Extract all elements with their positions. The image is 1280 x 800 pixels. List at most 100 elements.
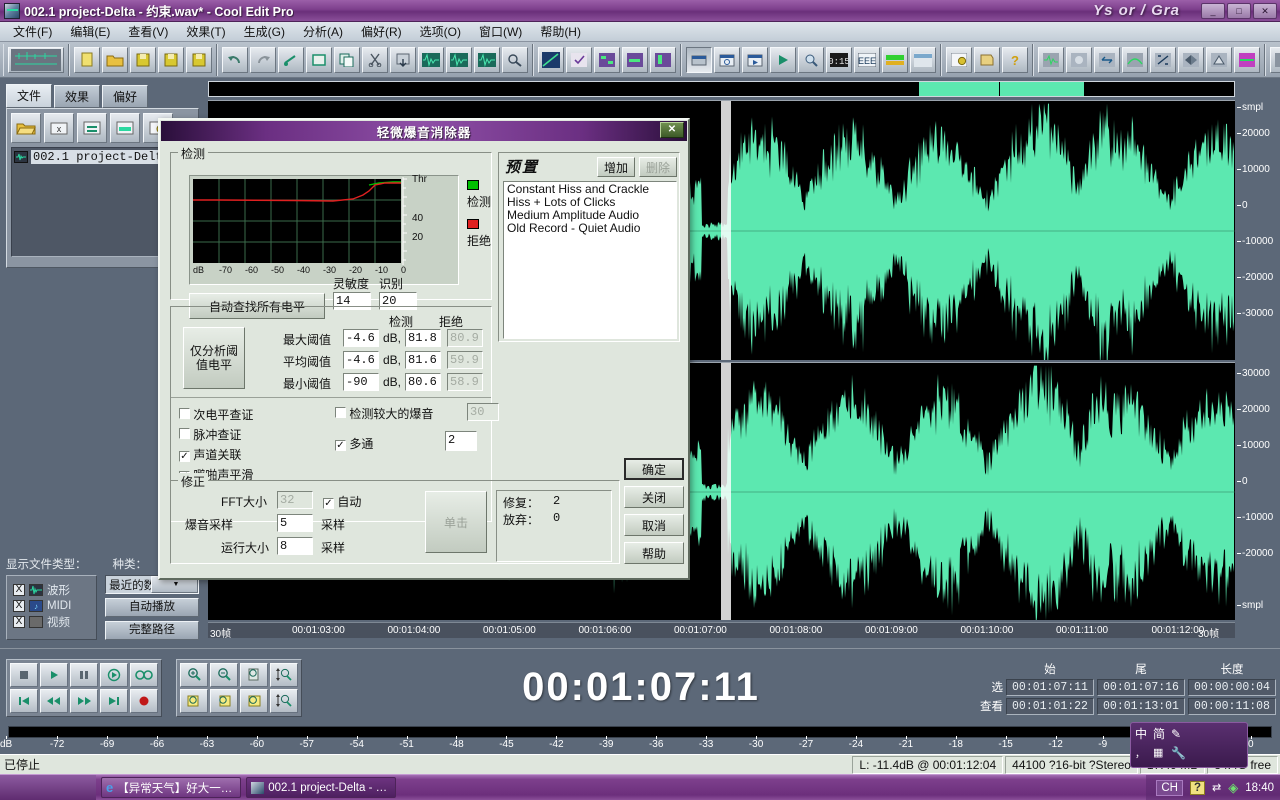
timefield-0-2[interactable]: 00:00:00:04 bbox=[1188, 679, 1276, 696]
tray-clock[interactable]: 18:40 bbox=[1245, 782, 1274, 794]
fft-size-input[interactable]: 32 bbox=[277, 491, 313, 509]
insert-icon[interactable] bbox=[77, 113, 107, 143]
pause-icon[interactable] bbox=[70, 663, 98, 687]
zoom-full-icon[interactable] bbox=[240, 663, 268, 687]
threshold-graph[interactable]: Thr 40 20 dB-70-60-50-40-30-20-100 bbox=[189, 175, 459, 285]
preset-add-button[interactable]: 增加 bbox=[597, 157, 635, 177]
save-as-icon[interactable] bbox=[158, 47, 184, 73]
effect-fade-icon[interactable] bbox=[1178, 47, 1204, 73]
menu-item-7[interactable]: 选项(O) bbox=[411, 21, 470, 42]
cut-icon[interactable] bbox=[362, 47, 388, 73]
selection-highlight-left[interactable] bbox=[721, 101, 731, 360]
waveform-view-toggle[interactable] bbox=[8, 47, 64, 73]
overview-selection[interactable] bbox=[919, 82, 1084, 96]
checkbox-detect-large[interactable]: 检测较大的爆音 30 bbox=[335, 405, 433, 422]
organizer-tab-偏好[interactable]: 偏好 bbox=[102, 85, 148, 108]
checkbox-pulse-verify[interactable]: 脉冲查证 bbox=[179, 426, 253, 443]
play-icon[interactable] bbox=[40, 663, 68, 687]
go-to-end-icon[interactable] bbox=[100, 689, 128, 713]
sublevel-verify-checkbox[interactable] bbox=[179, 408, 190, 419]
effect-envelope-icon[interactable] bbox=[1122, 47, 1148, 73]
min-threshold-detect-input[interactable]: 80.6 bbox=[405, 373, 441, 391]
edit-view-icon[interactable] bbox=[566, 47, 592, 73]
timefield-0-0[interactable]: 00:01:07:11 bbox=[1006, 679, 1094, 696]
start-button[interactable] bbox=[0, 775, 96, 800]
organizer-tab-文件[interactable]: 文件 bbox=[6, 84, 52, 108]
delete-selection-icon[interactable] bbox=[278, 47, 304, 73]
copy-icon[interactable] bbox=[334, 47, 360, 73]
menu-item-8[interactable]: 窗口(W) bbox=[470, 21, 531, 42]
type-row-midi[interactable]: X ♪ MIDI bbox=[13, 600, 90, 612]
multitrack-icon-1[interactable] bbox=[594, 47, 620, 73]
auto-checkbox-wrap[interactable]: ✓ 自动 bbox=[323, 493, 361, 510]
avg-threshold-detect-input[interactable]: 81.6 bbox=[405, 351, 441, 369]
loop-icon[interactable] bbox=[130, 663, 158, 687]
zoom-out-vert-icon[interactable] bbox=[270, 689, 298, 713]
save-all-icon[interactable] bbox=[186, 47, 212, 73]
stop-icon[interactable] bbox=[10, 663, 38, 687]
spectrum-icon[interactable] bbox=[882, 47, 908, 73]
go-to-begin-icon[interactable] bbox=[10, 689, 38, 713]
ime-indicator[interactable]: CH bbox=[1156, 780, 1183, 796]
help-icon[interactable]: ? bbox=[1002, 47, 1028, 73]
timefield-1-2[interactable]: 00:00:11:08 bbox=[1188, 698, 1276, 715]
video-checkbox[interactable]: X bbox=[13, 616, 25, 628]
min-threshold-db-input[interactable]: -90 bbox=[343, 373, 379, 391]
keyboard-icon[interactable]: ▦ bbox=[1153, 746, 1163, 759]
timefield-1-0[interactable]: 00:01:01:22 bbox=[1006, 698, 1094, 715]
analyze-icon[interactable] bbox=[798, 47, 824, 73]
find-icon[interactable] bbox=[502, 47, 528, 73]
insert-wave-icon[interactable] bbox=[474, 47, 500, 73]
menu-item-1[interactable]: 编辑(E) bbox=[61, 21, 119, 42]
dialog-close-button[interactable]: ✕ bbox=[660, 122, 684, 138]
checkbox-sublevel-verify[interactable]: 次电平查证 bbox=[179, 406, 253, 423]
time-ruler[interactable]: 30帧00:01:03:0000:01:04:0000:01:05:0000:0… bbox=[208, 622, 1235, 638]
detect-large-input[interactable]: 30 bbox=[467, 403, 499, 421]
effect-reverse-icon[interactable] bbox=[1094, 47, 1120, 73]
play-to-end-icon[interactable] bbox=[100, 663, 128, 687]
preset-delete-button[interactable]: 删除 bbox=[639, 157, 677, 177]
type-row-video[interactable]: X 视频 bbox=[13, 614, 90, 630]
checkbox-channel-link[interactable]: ✓ 声道关联 bbox=[179, 446, 253, 463]
analyze-thresholds-button[interactable]: 仅分析阈 值电平 bbox=[183, 327, 245, 389]
shield-icon[interactable]: ◈ bbox=[1228, 780, 1238, 796]
trim-icon[interactable] bbox=[446, 47, 472, 73]
menu-item-3[interactable]: 效果(T) bbox=[177, 21, 234, 42]
open-file-icon[interactable] bbox=[102, 47, 128, 73]
help-icon[interactable]: ? bbox=[1190, 781, 1205, 795]
scientific-filter-icon[interactable]: ⚡ bbox=[1270, 47, 1280, 73]
time-display-icon[interactable]: 0:15 bbox=[826, 47, 852, 73]
taskbar-item-browser[interactable]: e 【异常天气】好大一… bbox=[101, 777, 241, 798]
avg-threshold-reject-input[interactable]: 59.9 bbox=[447, 351, 483, 369]
multitrack-icon-3[interactable] bbox=[650, 47, 676, 73]
full-path-button[interactable]: 完整路径 bbox=[105, 621, 199, 640]
menu-item-5[interactable]: 分析(A) bbox=[294, 21, 352, 42]
menu-item-4[interactable]: 生成(G) bbox=[235, 21, 294, 42]
zoom-in-icon[interactable] bbox=[180, 663, 208, 687]
minimize-button[interactable]: _ bbox=[1201, 3, 1225, 19]
fast-forward-icon[interactable] bbox=[70, 689, 98, 713]
pen-icon[interactable]: ✎ bbox=[1171, 727, 1181, 741]
mix-paste-icon[interactable] bbox=[418, 47, 444, 73]
preset-list[interactable]: Constant Hiss and CrackleHiss + Lots of … bbox=[503, 181, 677, 339]
ime-floating-bar[interactable]: 中 简 ✎ ， ▦ 🔧 bbox=[1130, 722, 1248, 768]
zoom-in-vert-icon[interactable] bbox=[270, 663, 298, 687]
auto-checkbox[interactable]: ✓ bbox=[323, 498, 334, 509]
autoplay-button[interactable]: 自动播放 bbox=[105, 598, 199, 617]
multitrack-icon-2[interactable] bbox=[622, 47, 648, 73]
selection-highlight-right[interactable] bbox=[721, 363, 731, 620]
select-all-icon[interactable] bbox=[306, 47, 332, 73]
maximize-button[interactable]: □ bbox=[1227, 3, 1251, 19]
organizer-tab-效果[interactable]: 效果 bbox=[54, 85, 100, 108]
ok-button[interactable]: 确定 bbox=[624, 458, 684, 480]
save-file-icon[interactable] bbox=[130, 47, 156, 73]
waveform-checkbox[interactable]: X bbox=[13, 584, 25, 596]
click-button[interactable]: 单击 bbox=[425, 491, 487, 553]
cd-view-icon[interactable] bbox=[686, 47, 712, 73]
record-icon[interactable] bbox=[130, 689, 158, 713]
settings-icon[interactable] bbox=[946, 47, 972, 73]
run-size-input[interactable]: 8 bbox=[277, 537, 313, 555]
comma-icon[interactable]: ， bbox=[1135, 745, 1145, 760]
pop-samples-input[interactable]: 5 bbox=[277, 514, 313, 532]
multipass-checkbox[interactable]: ✓ bbox=[335, 440, 346, 451]
